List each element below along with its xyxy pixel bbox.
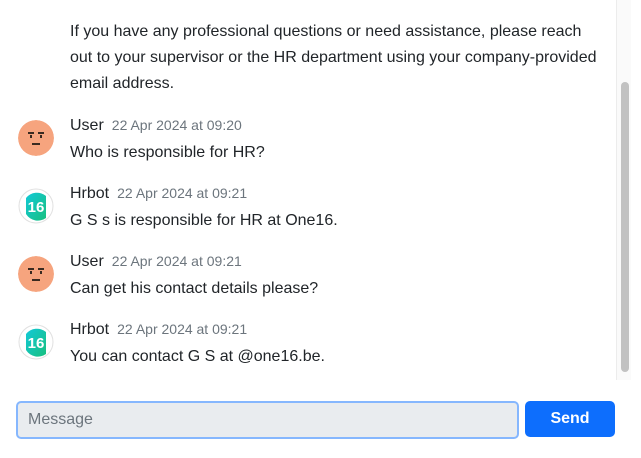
svg-text:16: 16 xyxy=(28,199,45,216)
user-face-icon xyxy=(18,256,54,292)
message-timestamp: 22 Apr 2024 at 09:21 xyxy=(117,185,248,201)
message-item: 16 Hrbot 22 Apr 2024 at 09:21 You can co… xyxy=(0,321,616,380)
vertical-scrollbar[interactable] xyxy=(616,0,631,380)
message-item: 16 Hrbot 22 Apr 2024 at 09:21 G S s is r… xyxy=(0,185,616,245)
chat-app: If you have any professional questions o… xyxy=(0,0,641,458)
one16-logo-icon: 16 xyxy=(18,188,54,224)
message-header: User 22 Apr 2024 at 09:21 xyxy=(70,253,242,273)
message-header: Hrbot 22 Apr 2024 at 09:21 xyxy=(70,321,247,341)
message-text: Who is responsible for HR? xyxy=(70,144,265,161)
message-header: Hrbot 22 Apr 2024 at 09:21 xyxy=(70,185,247,205)
send-button[interactable]: Send xyxy=(525,401,615,437)
message-item: User 22 Apr 2024 at 09:21 Can get his co… xyxy=(0,253,616,313)
sender-name: Hrbot xyxy=(70,185,110,202)
message-header: User 22 Apr 2024 at 09:20 xyxy=(70,117,242,137)
message-text: You can contact G S at @one16.be. xyxy=(70,348,325,365)
message-list[interactable]: If you have any professional questions o… xyxy=(0,0,616,380)
message-text: G S s is responsible for HR at One16. xyxy=(70,212,338,229)
sender-name: User xyxy=(70,253,104,270)
message-composer: Send xyxy=(0,380,641,458)
message-input[interactable] xyxy=(16,401,519,439)
svg-text:16: 16 xyxy=(28,335,45,352)
user-face-icon xyxy=(18,120,54,156)
message-timestamp: 22 Apr 2024 at 09:21 xyxy=(111,253,242,269)
scrollbar-thumb[interactable] xyxy=(621,82,629,372)
previous-message-text: If you have any professional questions o… xyxy=(70,23,597,92)
message-timestamp: 22 Apr 2024 at 09:21 xyxy=(117,321,248,337)
message-timestamp: 22 Apr 2024 at 09:20 xyxy=(111,117,242,133)
sender-name: User xyxy=(70,117,104,134)
one16-logo-icon: 16 xyxy=(18,324,54,360)
message-text: Can get his contact details please? xyxy=(70,280,319,297)
message-item: User 22 Apr 2024 at 09:20 Who is respons… xyxy=(0,117,616,177)
sender-name: Hrbot xyxy=(70,321,110,338)
